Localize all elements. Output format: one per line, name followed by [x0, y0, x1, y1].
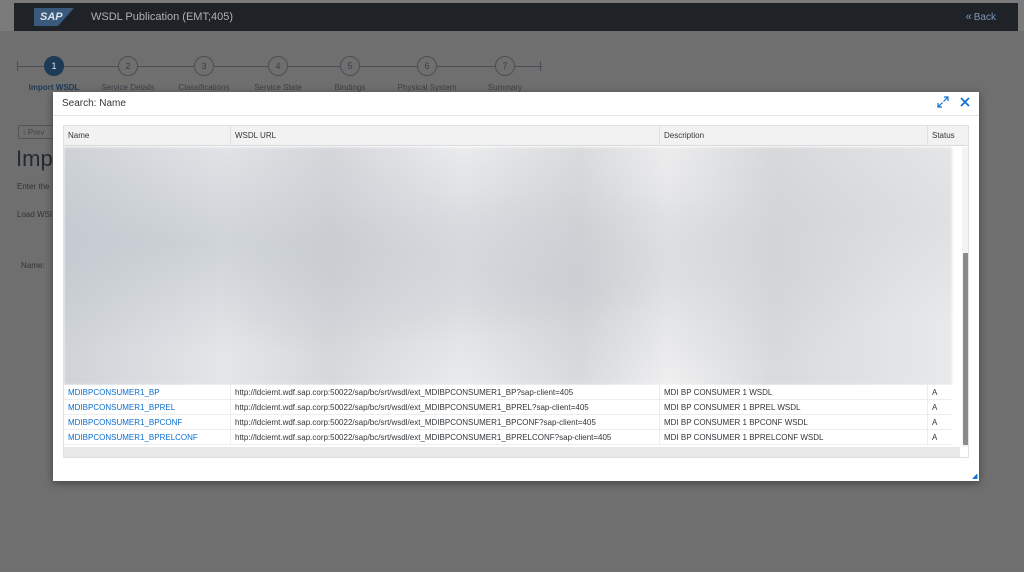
table-row[interactable]: MDIBPCONSUMER1_BP http://ldciemt.wdf.sap… [64, 385, 952, 400]
back-button[interactable]: «Back [966, 11, 996, 23]
instruction-text: Enter the [17, 182, 50, 191]
vertical-scrollbar[interactable] [962, 147, 968, 447]
row-status: A [932, 418, 938, 427]
step-label: Classifications [178, 83, 230, 92]
search-dialog: Search: Name Name WSDL URL Description S… [53, 92, 979, 481]
wizard-step-3[interactable]: 3 Classifications [164, 56, 244, 92]
column-header-wsdl-url[interactable]: WSDL URL [231, 126, 660, 146]
row-status: A [932, 403, 938, 412]
table-row[interactable]: MDIBPCONSUMER1_BPREL http://ldciemt.wdf.… [64, 400, 952, 415]
step-number: 2 [118, 56, 138, 76]
step-number: 4 [268, 56, 288, 76]
load-wsdl-label: Load WSI [17, 210, 53, 219]
step-label: Import WSDL [28, 83, 80, 92]
horizontal-scrollbar[interactable] [64, 447, 960, 457]
double-chevron-left-icon: « [965, 11, 972, 23]
table-header: Name WSDL URL Description Status [64, 126, 968, 146]
step-number: 1 [44, 56, 64, 76]
wizard-step-1[interactable]: 1 Import WSDL [14, 56, 94, 92]
previous-label: Prev [27, 128, 45, 137]
row-name-link[interactable]: MDIBPCONSUMER1_BPRELCONF [64, 430, 231, 445]
dialog-title: Search: Name [62, 98, 126, 109]
scrollbar-thumb[interactable] [963, 253, 968, 445]
table-row[interactable]: MDIBPCONSUMER1_BPRELCONF http://ldciemt.… [64, 430, 952, 445]
row-status: A [932, 388, 938, 397]
wizard-progress: 1 Import WSDL 2 Service Details 3 Classi… [14, 50, 554, 94]
step-number: 5 [340, 56, 360, 76]
step-label: Service State [254, 83, 302, 92]
page-title: Imp [16, 146, 53, 171]
back-label: Back [973, 12, 996, 23]
resize-grip-icon[interactable]: ◢ [972, 473, 978, 480]
step-number: 3 [194, 56, 214, 76]
name-field-label: Name: [21, 261, 45, 270]
row-name-link[interactable]: MDIBPCONSUMER1_BP [64, 385, 231, 400]
wizard-step-6[interactable]: 6 Physical System [387, 56, 467, 92]
row-url: http://ldciemt.wdf.sap.corp:50022/sap/bc… [231, 385, 660, 400]
expand-icon-svg [937, 96, 949, 108]
sap-logo: SAP [34, 8, 74, 26]
expand-icon[interactable] [937, 96, 951, 110]
row-description: MDI BP CONSUMER 1 BPREL WSDL [660, 400, 928, 415]
close-icon-svg [960, 97, 970, 107]
step-number: 6 [417, 56, 437, 76]
wizard-step-2[interactable]: 2 Service Details [88, 56, 168, 92]
step-label: Service Details [101, 83, 155, 92]
table-row[interactable]: MDIBPCONSUMER1_BPCONF http://ldciemt.wdf… [64, 415, 952, 430]
step-label: Summary [487, 83, 523, 92]
dialog-header: Search: Name [53, 92, 979, 116]
row-status: A [932, 433, 938, 442]
column-header-status[interactable]: Status [928, 126, 962, 146]
step-number: 7 [495, 56, 515, 76]
app-title: WSDL Publication (EMT;405) [91, 11, 234, 23]
shell-bar: SAP WSDL Publication (EMT;405) «Back [14, 3, 1018, 31]
column-header-name[interactable]: Name [64, 126, 231, 146]
wizard-step-5[interactable]: 5 Bindings [310, 56, 390, 92]
step-label: Physical System [397, 83, 457, 92]
row-name-link[interactable]: MDIBPCONSUMER1_BPCONF [64, 415, 231, 430]
row-url: http://ldciemt.wdf.sap.corp:50022/sap/bc… [231, 400, 660, 415]
row-url: http://ldciemt.wdf.sap.corp:50022/sap/bc… [231, 415, 660, 430]
row-description: MDI BP CONSUMER 1 WSDL [660, 385, 928, 400]
wizard-step-7[interactable]: 7 Summary [465, 56, 545, 92]
previous-button[interactable]: ‹ Prev [18, 125, 58, 139]
row-description: MDI BP CONSUMER 1 BPRELCONF WSDL [660, 430, 928, 445]
step-label: Bindings [334, 83, 366, 92]
row-url: http://ldciemt.wdf.sap.corp:50022/sap/bc… [231, 430, 660, 445]
wizard-step-4[interactable]: 4 Service State [238, 56, 318, 92]
close-icon[interactable] [960, 96, 972, 110]
row-name-link[interactable]: MDIBPCONSUMER1_BPREL [64, 400, 231, 415]
row-description: MDI BP CONSUMER 1 BPCONF WSDL [660, 415, 928, 430]
column-header-description[interactable]: Description [660, 126, 928, 146]
results-table: Name WSDL URL Description Status MDIBPCO… [63, 125, 969, 458]
blurred-rows [64, 147, 952, 385]
